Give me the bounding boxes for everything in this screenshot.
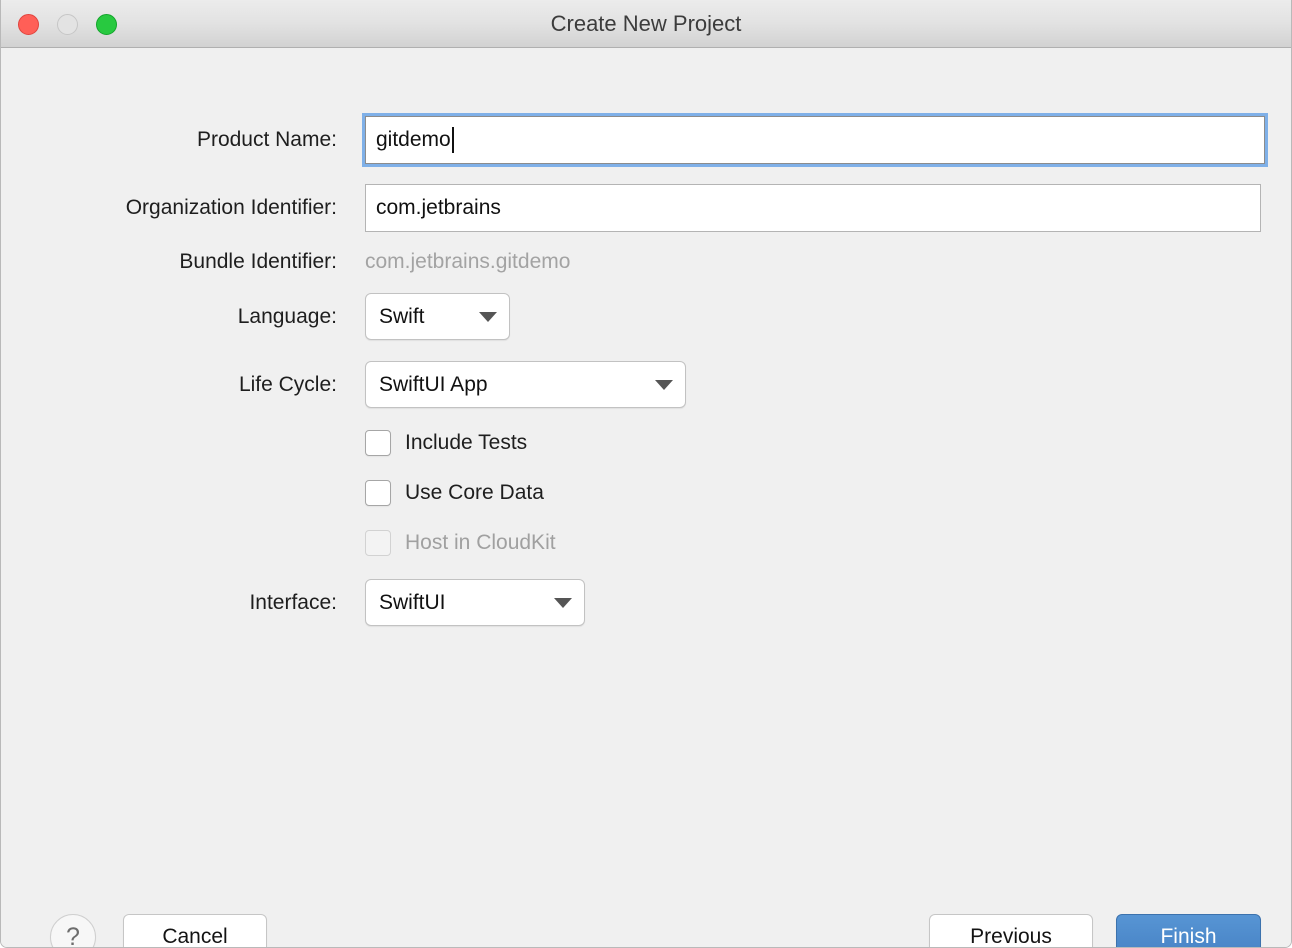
include-tests-checkbox[interactable] — [365, 430, 391, 456]
organization-identifier-label: Organization Identifier: — [125, 196, 337, 219]
language-row: Language: Swift — [1, 293, 510, 340]
organization-identifier-row: Organization Identifier: com.jetbrains — [1, 184, 1261, 232]
chevron-down-icon — [479, 311, 497, 322]
life-cycle-selected-value: SwiftUI App — [379, 372, 488, 396]
bundle-identifier-row: Bundle Identifier: com.jetbrains.gitdemo — [1, 250, 570, 274]
product-name-row: Product Name: gitdemo — [1, 116, 1265, 164]
interface-label: Interface: — [249, 590, 337, 614]
previous-button-label: Previous — [970, 925, 1052, 948]
previous-button[interactable]: Previous — [929, 914, 1093, 948]
organization-identifier-field-wrap: com.jetbrains — [365, 184, 1261, 232]
life-cycle-label: Life Cycle: — [238, 372, 337, 396]
interface-dropdown-wrap: SwiftUI — [365, 579, 585, 626]
interface-selected-value: SwiftUI — [379, 590, 446, 614]
product-name-value: gitdemo — [376, 128, 451, 151]
help-button[interactable]: ? — [50, 914, 96, 948]
finish-button-label: Finish — [1160, 925, 1217, 948]
interface-dropdown[interactable]: SwiftUI — [365, 579, 585, 626]
bundle-identifier-label: Bundle Identifier: — [179, 250, 337, 273]
product-name-input[interactable]: gitdemo — [365, 116, 1265, 164]
use-core-data-checkbox[interactable] — [365, 480, 391, 506]
text-cursor — [451, 127, 454, 153]
cancel-button[interactable]: Cancel — [123, 914, 267, 948]
finish-button[interactable]: Finish — [1116, 914, 1261, 948]
life-cycle-dropdown[interactable]: SwiftUI App — [365, 361, 686, 408]
cancel-button-label: Cancel — [162, 925, 228, 948]
dialog-content: Product Name: gitdemo Organization Ident… — [1, 48, 1291, 947]
bundle-identifier-value-wrap: com.jetbrains.gitdemo — [365, 250, 570, 274]
chevron-down-icon — [655, 379, 673, 390]
include-tests-label: Include Tests — [405, 431, 528, 454]
window-title: Create New Project — [550, 11, 742, 36]
interface-row: Interface: SwiftUI — [1, 579, 585, 626]
language-label: Language: — [237, 304, 337, 328]
host-in-cloudkit-checkbox — [365, 530, 391, 556]
language-selected-value: Swift — [379, 304, 425, 328]
life-cycle-dropdown-wrap: SwiftUI App — [365, 361, 686, 408]
language-dropdown-wrap: Swift — [365, 293, 510, 340]
life-cycle-row: Life Cycle: SwiftUI App — [1, 361, 686, 408]
use-core-data-checkbox-row[interactable]: Use Core Data — [365, 480, 544, 506]
organization-identifier-value: com.jetbrains — [376, 196, 501, 219]
host-in-cloudkit-label: Host in CloudKit — [405, 531, 556, 554]
include-tests-checkbox-row[interactable]: Include Tests — [365, 430, 527, 456]
use-core-data-label: Use Core Data — [405, 481, 544, 504]
organization-identifier-input[interactable]: com.jetbrains — [365, 184, 1261, 232]
window-titlebar[interactable]: Create New Project — [1, 0, 1291, 48]
language-dropdown[interactable]: Swift — [365, 293, 510, 340]
product-name-field-wrap: gitdemo — [365, 116, 1265, 164]
question-mark-icon: ? — [66, 922, 80, 948]
chevron-down-icon — [554, 597, 572, 608]
product-name-label: Product Name: — [196, 128, 337, 151]
create-new-project-dialog: Create New Project Product Name: gitdemo… — [0, 0, 1292, 948]
bundle-identifier-value: com.jetbrains.gitdemo — [365, 250, 571, 273]
host-in-cloudkit-checkbox-row: Host in CloudKit — [365, 530, 556, 556]
